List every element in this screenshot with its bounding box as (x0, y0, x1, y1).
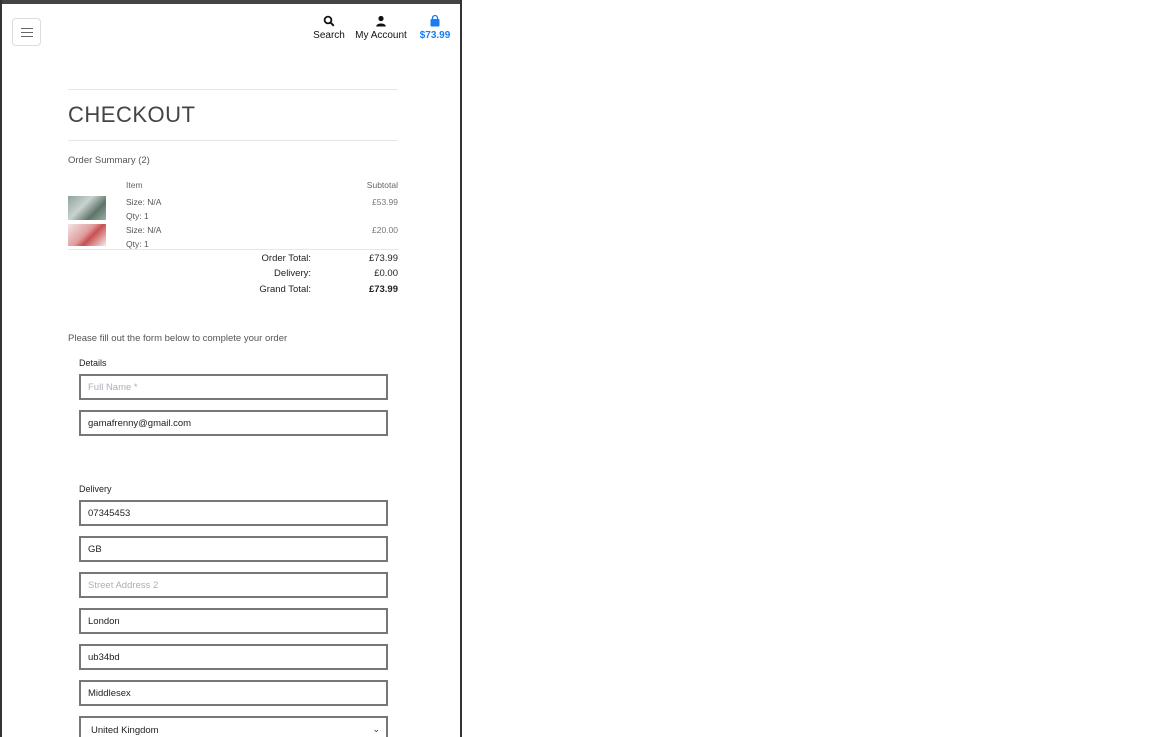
search-icon (323, 15, 335, 27)
cart-total: $73.99 (419, 30, 451, 41)
product-thumbnail (68, 224, 106, 246)
divider (68, 140, 398, 141)
subtotal-column-header: Subtotal (366, 180, 398, 190)
country-select[interactable]: United Kingdom ⌄ (79, 716, 388, 737)
divider (68, 89, 398, 90)
order-total-row: Order Total: £73.99 (68, 253, 398, 268)
shopping-bag-icon (430, 14, 440, 27)
delivery-label: Delivery: (274, 268, 311, 279)
item-price: £20.00 (372, 225, 398, 235)
details-fieldset: Details Delivery United Kingdom ⌄ (79, 358, 398, 737)
delivery-value: £0.00 (374, 268, 398, 279)
full-name-input[interactable] (79, 374, 388, 400)
item-size: Size: N/A (126, 225, 162, 235)
item-price: £53.99 (372, 197, 398, 207)
user-icon (376, 15, 386, 27)
delivery-legend: Delivery (79, 484, 112, 494)
street-address-1-input[interactable] (79, 536, 388, 562)
order-totals: Order Total: £73.99 Delivery: £0.00 Gran… (68, 249, 398, 303)
menu-toggle-button[interactable] (12, 18, 41, 46)
grand-total-row: Grand Total: £73.99 (68, 284, 398, 299)
nav-search[interactable]: Search (311, 14, 347, 41)
page-title: CHECKOUT (68, 102, 196, 127)
form-intro: Please fill out the form below to comple… (68, 333, 288, 344)
item-size: Size: N/A (126, 197, 162, 207)
browser-viewport: Search My Account $73.99 CHECKOUT Order … (0, 0, 462, 737)
product-thumbnail (68, 196, 106, 220)
nav-cart[interactable]: $73.99 (416, 14, 454, 41)
item-column-header: Item (126, 180, 143, 190)
checkout-content: CHECKOUT Order Summary (2) Item Subtotal… (68, 89, 398, 737)
order-summary-title: Order Summary (2) (68, 155, 150, 166)
item-qty: Qty: 1 (126, 211, 149, 221)
nav-account[interactable]: My Account (352, 14, 410, 41)
town-input[interactable] (79, 608, 388, 634)
county-input[interactable] (79, 680, 388, 706)
delivery-row: Delivery: £0.00 (68, 268, 398, 283)
chevron-down-icon: ⌄ (372, 724, 380, 734)
details-legend: Details (79, 358, 107, 368)
grand-total-label: Grand Total: (259, 284, 311, 295)
postcode-input[interactable] (79, 644, 388, 670)
site-header: Search My Account $73.99 (2, 4, 460, 54)
search-label: Search (313, 30, 345, 41)
item-qty: Qty: 1 (126, 239, 149, 249)
order-total-value: £73.99 (368, 253, 398, 264)
email-input[interactable] (79, 410, 388, 436)
order-total-label: Order Total: (261, 253, 311, 264)
country-selected-value: United Kingdom (91, 725, 159, 736)
menu-icon (21, 28, 33, 38)
phone-input[interactable] (79, 500, 388, 526)
grand-total-value: £73.99 (368, 284, 398, 295)
street-address-2-input[interactable] (79, 572, 388, 598)
order-items: Item Subtotal Size: N/A Qty: 1 £53.99 Si… (68, 180, 398, 249)
account-label: My Account (355, 30, 407, 41)
